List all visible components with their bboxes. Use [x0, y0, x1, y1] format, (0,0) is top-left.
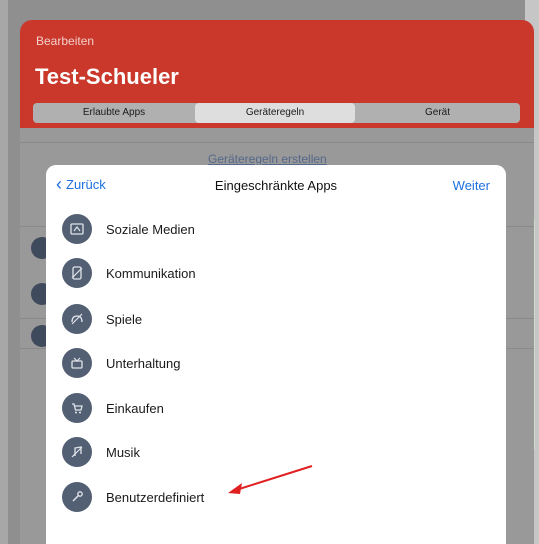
- entertainment-icon: [62, 348, 92, 378]
- category-games[interactable]: Spiele: [62, 302, 492, 336]
- left-edge: [0, 0, 8, 544]
- category-label: Soziale Medien: [106, 221, 195, 237]
- edit-button[interactable]: Bearbeiten: [36, 34, 94, 48]
- sheet-title: Eingeschränkte Apps: [214, 178, 338, 193]
- games-icon: [62, 304, 92, 334]
- restricted-apps-sheet: ‹ Zurück Eingeschränkte Apps Weiter Sozi…: [46, 165, 506, 544]
- communication-icon: [62, 258, 92, 288]
- category-label: Kommunikation: [106, 265, 196, 281]
- create-rules-link: Geräteregeln erstellen: [208, 152, 327, 166]
- category-social-media[interactable]: Soziale Medien: [62, 212, 492, 246]
- category-custom[interactable]: Benutzerdefiniert: [62, 480, 492, 514]
- music-icon: [62, 437, 92, 467]
- category-communication[interactable]: Kommunikation: [62, 256, 492, 290]
- category-shopping[interactable]: Einkaufen: [62, 391, 492, 425]
- category-label: Musik: [106, 444, 140, 460]
- category-label: Einkaufen: [106, 400, 164, 416]
- divider: [20, 142, 534, 143]
- segment-device[interactable]: Gerät: [355, 103, 520, 123]
- category-label: Unterhaltung: [106, 355, 181, 371]
- category-entertainment[interactable]: Unterhaltung: [62, 346, 492, 380]
- custom-icon: [62, 482, 92, 512]
- next-button[interactable]: Weiter: [453, 178, 490, 193]
- screen: Bearbeiten Test-Schueler Erlaubte Apps G…: [0, 0, 539, 544]
- segment-allowed-apps[interactable]: Erlaubte Apps: [33, 103, 195, 123]
- shopping-icon: [62, 393, 92, 423]
- category-label: Spiele: [106, 311, 143, 327]
- segmented-control: Erlaubte Apps Geräteregeln Gerät: [33, 103, 520, 123]
- segment-device-rules[interactable]: Geräteregeln: [195, 103, 355, 123]
- profile-title: Test-Schueler: [35, 64, 179, 89]
- category-music[interactable]: Musik: [62, 435, 492, 469]
- social-media-icon: [62, 214, 92, 244]
- category-label: Benutzerdefiniert: [106, 489, 205, 505]
